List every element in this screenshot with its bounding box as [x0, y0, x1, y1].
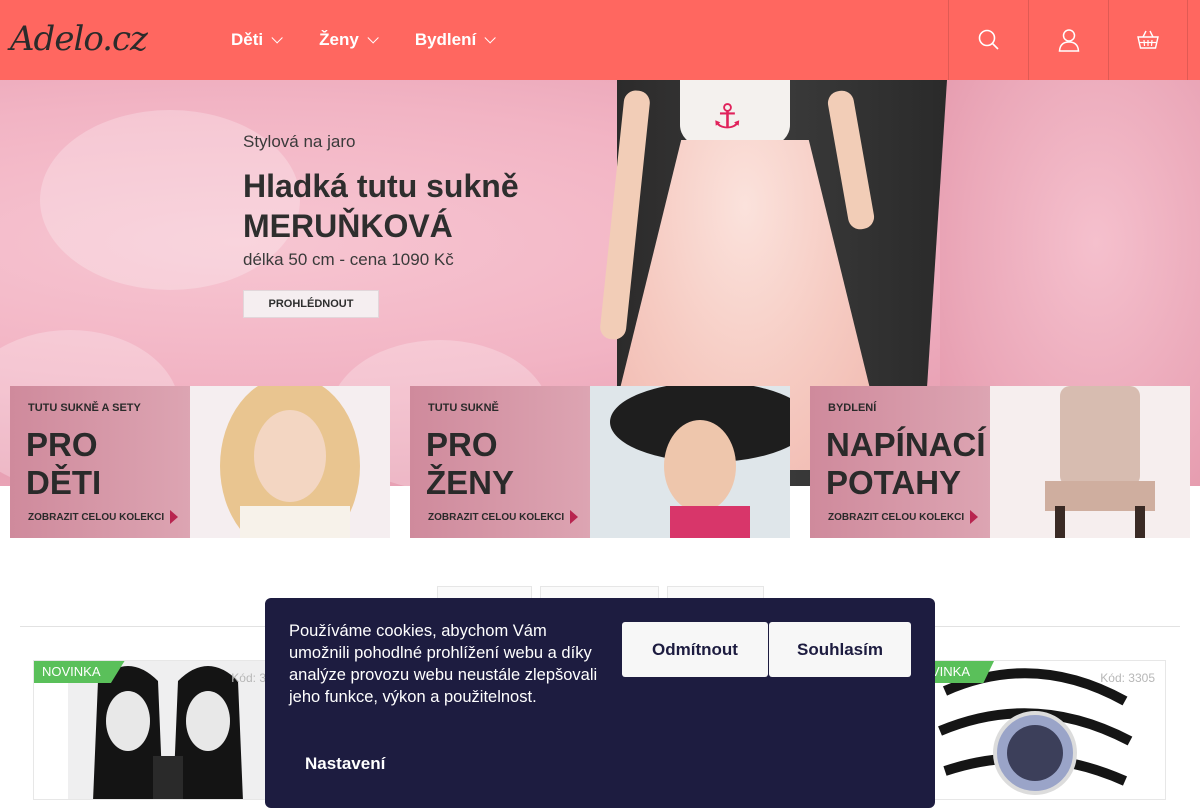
nav-item-zeny[interactable]: Ženy — [319, 30, 379, 50]
site-header: Adelo.cz Děti Ženy Bydlení — [0, 0, 1200, 80]
cookie-message: Používáme cookies, abychom Vám umožnili … — [289, 622, 598, 706]
chevron-down-icon — [484, 32, 496, 44]
promo-title-line: NAPÍNACÍ — [826, 426, 986, 463]
user-icon — [1058, 29, 1079, 52]
promo-link[interactable]: ZOBRAZIT CELOU KOLEKCI — [28, 510, 179, 524]
account-button[interactable] — [1028, 0, 1108, 80]
hero-title: Hladká tutu sukně MERUŇKOVÁ — [243, 166, 519, 246]
promo-link[interactable]: ZOBRAZIT CELOU KOLEKCI — [828, 510, 979, 524]
arrow-right-icon — [170, 510, 179, 524]
promo-category: TUTU SUKNĚ — [428, 402, 499, 414]
hero-subtitle: Stylová na jaro — [243, 132, 356, 151]
view-product-button[interactable]: PROHLÉDNOUT — [243, 290, 379, 318]
search-button[interactable] — [948, 0, 1028, 80]
hero-details: délka 50 cm - cena 1090 Kč — [243, 250, 454, 269]
promo-title-line: DĚTI — [26, 464, 102, 501]
cart-button[interactable] — [1108, 0, 1188, 80]
girl-photo — [190, 386, 390, 538]
main-nav: Děti Ženy Bydlení — [231, 0, 532, 80]
product-card[interactable]: NOVINKA Kód: 3 — [33, 660, 277, 800]
promo-title-line: POTAHY — [826, 464, 962, 501]
promo-link[interactable]: ZOBRAZIT CELOU KOLEKCI — [428, 510, 579, 524]
nav-item-bydleni[interactable]: Bydlení — [414, 30, 496, 50]
cookie-banner: Používáme cookies, abychom Vám umožnili … — [265, 598, 935, 808]
nav-label: Bydlení — [414, 30, 477, 49]
promo-title-line: ŽENY — [426, 464, 515, 501]
arrow-right-icon — [570, 510, 579, 524]
chair-photo — [990, 386, 1190, 538]
accept-cookies-button[interactable]: Souhlasím — [769, 622, 911, 677]
promo-link-label: ZOBRAZIT CELOU KOLEKCI — [28, 511, 165, 523]
promo-category: BYDLENÍ — [828, 402, 877, 414]
promo-title: NAPÍNACÍ POTAHY — [826, 426, 986, 502]
decline-cookies-button[interactable]: Odmítnout — [622, 622, 768, 677]
promo-card-kids[interactable]: TUTU SUKNĚ A SETY PRO DĚTI ZOBRAZIT CELO… — [10, 386, 390, 538]
nav-item-deti[interactable]: Děti — [231, 30, 283, 50]
promo-link-label: ZOBRAZIT CELOU KOLEKCI — [428, 511, 565, 523]
promo-title: PRO ŽENY — [426, 426, 514, 502]
promo-card-women[interactable]: TUTU SUKNĚ PRO ŽENY ZOBRAZIT CELOU KOLEK… — [410, 386, 790, 538]
cookie-settings-link[interactable]: Nastavení — [305, 754, 385, 774]
nav-label: Ženy — [319, 30, 359, 49]
promo-title-line: PRO — [26, 426, 98, 463]
anchor-icon: ⚓ — [712, 97, 743, 137]
promo-link-label: ZOBRAZIT CELOU KOLEKCI — [828, 511, 965, 523]
basket-icon — [1137, 30, 1159, 49]
logo[interactable]: Adelo.cz — [10, 6, 148, 72]
promo-card-home[interactable]: BYDLENÍ NAPÍNACÍ POTAHY ZOBRAZIT CELOU K… — [810, 386, 1190, 538]
nav-label: Děti — [231, 30, 264, 49]
product-code: Kód: 3305 — [1100, 671, 1155, 685]
woman-photo — [590, 386, 790, 538]
new-badge: NOVINKA — [34, 661, 125, 683]
hero-title-line: MERUŇKOVÁ — [243, 208, 453, 244]
chevron-down-icon — [271, 32, 283, 44]
promo-title-line: PRO — [426, 426, 498, 463]
hero-title-line: Hladká tutu sukně — [243, 168, 519, 204]
promo-title: PRO DĚTI — [26, 426, 101, 502]
product-card[interactable]: VINKA Kód: 3305 — [922, 660, 1166, 800]
arrow-right-icon — [970, 510, 979, 524]
chevron-down-icon — [367, 32, 379, 44]
search-icon — [978, 29, 999, 50]
product-code: Kód: 3 — [231, 671, 266, 685]
promo-category: TUTU SUKNĚ A SETY — [28, 402, 141, 414]
